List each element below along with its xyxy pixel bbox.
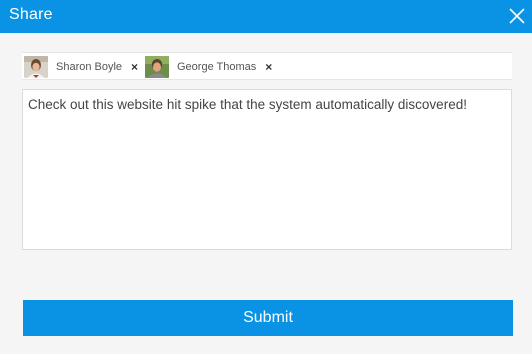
close-icon[interactable] — [506, 5, 528, 27]
avatar — [24, 56, 48, 78]
message-textarea[interactable]: Check out this website hit spike that th… — [22, 89, 512, 250]
remove-recipient-button[interactable]: × — [265, 61, 272, 73]
avatar — [145, 56, 169, 78]
submit-button[interactable]: Submit — [23, 300, 513, 336]
recipient-name: George Thomas — [177, 61, 257, 73]
recipients-field[interactable]: Sharon Boyle × George Thomas × — [22, 52, 512, 80]
dialog-header: Share — [0, 0, 532, 33]
recipient-chip: George Thomas × — [145, 55, 272, 79]
dialog-title: Share — [9, 6, 53, 23]
remove-recipient-button[interactable]: × — [131, 61, 138, 73]
recipient-name: Sharon Boyle — [56, 61, 123, 73]
recipient-chip: Sharon Boyle × — [24, 55, 138, 79]
